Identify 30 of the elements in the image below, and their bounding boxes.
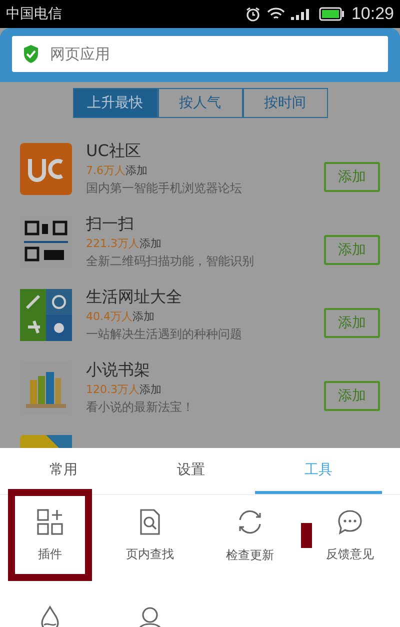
install-count: 40.4万人添加 [86, 309, 156, 325]
app-name: UC社区 [86, 140, 142, 162]
wifi-icon [267, 7, 286, 21]
alarm-icon [245, 6, 262, 22]
app-tiles-icon [20, 289, 72, 341]
install-count: 221.3万人添加 [86, 236, 162, 252]
app-description: 一站解决生活遇到的种种问题 [86, 326, 243, 343]
address-field[interactable]: 网页应用 [12, 36, 388, 72]
app-name: 扫一扫 [86, 213, 135, 235]
carrier-name: 中国电信 [6, 5, 62, 23]
drop-icon [38, 605, 62, 627]
app-name: 小说书架 [86, 359, 151, 381]
app-name: 生活网址大全 [86, 286, 183, 308]
install-count: 7.6万人添加 [86, 163, 148, 179]
app-description: 国内第一智能手机浏览器论坛 [86, 180, 243, 197]
app-description: 全新二维码扫描功能，智能识别 [86, 253, 255, 270]
sort-tab[interactable]: 按人气 [158, 88, 242, 118]
install-count: 120.3万人添加 [86, 382, 162, 398]
annotation-mark [301, 523, 312, 548]
sort-tab[interactable]: 按时间 [242, 88, 328, 118]
shield-check-icon [22, 44, 40, 64]
app-logo-icon [20, 143, 72, 195]
clock-time: 10:29 [351, 4, 394, 24]
battery-icon [319, 7, 346, 21]
menu-tab[interactable]: 工具 [254, 448, 382, 494]
sort-tab[interactable]: 上升最快 [72, 88, 158, 118]
tool-item[interactable]: 插件 [8, 489, 92, 581]
app-description: 看小说的最新法宝！ [86, 399, 195, 416]
grid-plus-icon [36, 508, 64, 536]
chat-bubble-icon [336, 508, 364, 536]
